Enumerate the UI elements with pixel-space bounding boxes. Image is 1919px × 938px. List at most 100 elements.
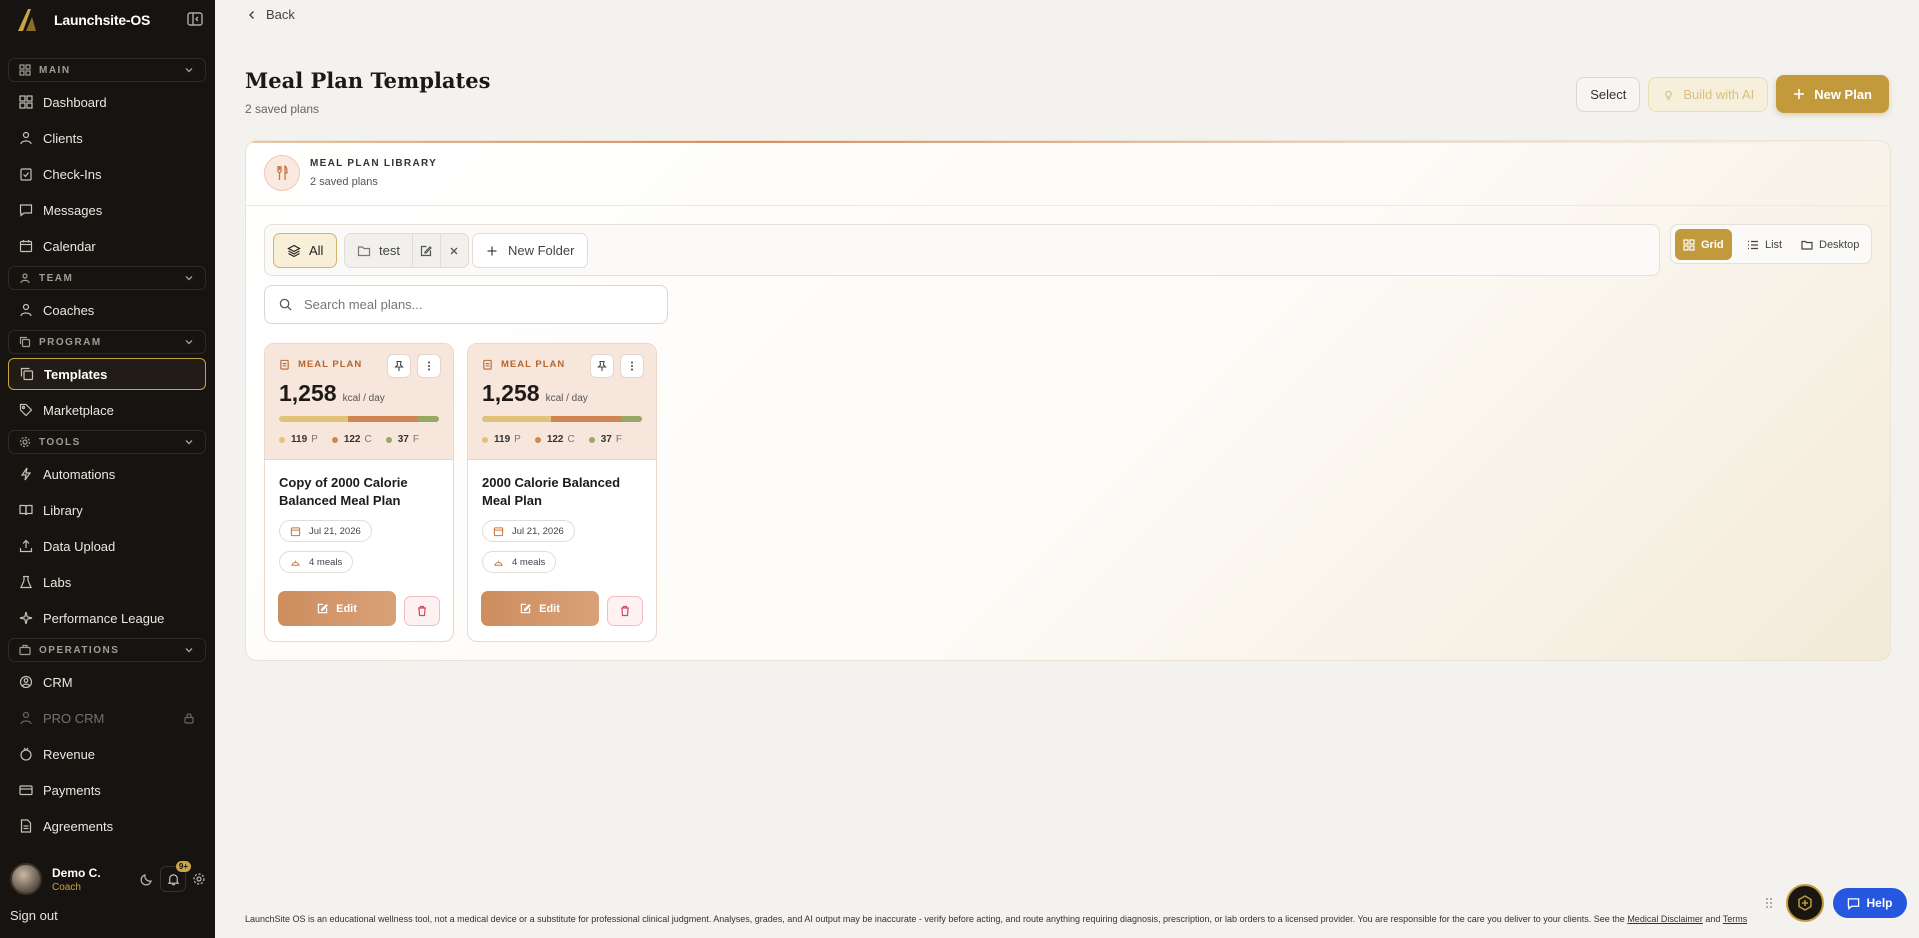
team-icon (20, 273, 30, 284)
bell-icon (167, 873, 179, 885)
calorie-display: 1,258 kcal / day (279, 380, 385, 407)
sidebar-item-label: CRM (43, 674, 73, 690)
calorie-unit: kcal / day (342, 393, 385, 404)
filter-all-label: All (309, 243, 324, 258)
trash-icon (621, 605, 629, 617)
sidebar-item-performance-league[interactable]: Performance League (8, 602, 206, 634)
carbs-value: 122 (343, 434, 361, 445)
sidebar-item-labs[interactable]: Labs (8, 566, 206, 598)
section-label: TOOLS (39, 436, 81, 448)
sidebar-item-label: Performance League (43, 610, 165, 626)
drag-handle-icon[interactable] (1765, 896, 1773, 910)
build-with-ai-button[interactable]: Build with AI (1648, 76, 1769, 112)
view-list-label: List (1765, 238, 1783, 251)
fat-value: 37 (600, 434, 612, 445)
back-link[interactable]: Back (246, 7, 295, 22)
view-grid-button[interactable]: Grid (1675, 229, 1732, 260)
folder-test-button[interactable]: test (345, 234, 412, 267)
sidebar-item-revenue[interactable]: Revenue (8, 738, 206, 770)
notifications-button[interactable]: 9+ (160, 861, 191, 892)
view-desktop-button[interactable]: Desktop (1793, 229, 1867, 260)
card-title[interactable]: Copy of 2000 Calorie Balanced Meal Plan (279, 474, 444, 510)
meal-plan-card[interactable]: MEAL PLAN 1,258 kcal / day 119 P 122 C 3… (264, 343, 454, 642)
terms-link[interactable]: Terms (1723, 914, 1748, 924)
avatar[interactable] (10, 863, 42, 895)
dish-icon (494, 560, 503, 566)
assistant-button[interactable] (1786, 884, 1824, 922)
sidebar-item-automations[interactable]: Automations (8, 458, 206, 490)
chevron-down-icon (185, 340, 193, 345)
section-tools[interactable]: TOOLS (8, 430, 206, 454)
more-options-button[interactable] (620, 354, 644, 378)
edit-button[interactable]: Edit (481, 591, 599, 626)
sidebar-item-messages[interactable]: Messages (8, 194, 206, 226)
calorie-value: 1,258 (279, 380, 337, 406)
profile-actions: 9+ (140, 861, 206, 892)
macro-bar (279, 416, 439, 422)
meal-plan-card[interactable]: MEAL PLAN 1,258 kcal / day 119 P 122 C 3… (467, 343, 657, 642)
card-summary: MEAL PLAN 1,258 kcal / day 119 P 122 C 3… (265, 344, 453, 460)
pin-button[interactable] (590, 354, 614, 378)
sidebar-item-templates[interactable]: Templates (8, 358, 206, 390)
delete-button[interactable] (404, 596, 440, 626)
card-title[interactable]: 2000 Calorie Balanced Meal Plan (482, 474, 647, 510)
meals-value: 4 meals (512, 556, 546, 568)
sidebar-item-label: Messages (43, 202, 103, 218)
sidebar-item-label: Automations (43, 466, 116, 482)
rename-folder-button[interactable] (411, 234, 440, 267)
moon-icon[interactable] (140, 872, 154, 886)
section-program[interactable]: PROGRAM (8, 330, 206, 354)
pin-button[interactable] (387, 354, 411, 378)
delete-folder-button[interactable] (439, 234, 468, 267)
new-plan-button[interactable]: New Plan (1776, 75, 1889, 113)
close-icon (451, 247, 458, 254)
notification-badge: 9+ (175, 861, 191, 872)
header-actions: Select Build with AI New Plan (1576, 75, 1889, 113)
sidebar-item-payments[interactable]: Payments (8, 774, 206, 806)
folder-chip: test (344, 233, 469, 268)
user-profile[interactable]: Demo C. Coach 9+ (10, 861, 206, 896)
sidebar-item-calendar[interactable]: Calendar (8, 230, 206, 262)
sidebar-item-marketplace[interactable]: Marketplace (8, 394, 206, 426)
brand[interactable]: Launchsite-OS (14, 6, 204, 34)
section-team[interactable]: TEAM (8, 266, 206, 290)
edit-button[interactable]: Edit (278, 591, 396, 626)
filter-all-button[interactable]: All (273, 233, 338, 268)
sidebar-item-agreements[interactable]: Agreements (8, 810, 206, 842)
sign-out-link[interactable]: Sign out (10, 908, 58, 923)
sidebar-item-coaches[interactable]: Coaches (8, 294, 206, 326)
edit-icon (317, 603, 329, 614)
section-operations[interactable]: OPERATIONS (8, 638, 206, 662)
help-button[interactable]: Help (1833, 888, 1907, 918)
card-tag: MEAL PLAN (279, 359, 362, 370)
macro-bar-protein (279, 416, 348, 422)
select-button[interactable]: Select (1576, 76, 1641, 112)
macro-legend: 119 P 122 C 37 F (482, 434, 636, 445)
sidebar-item-check-ins[interactable]: Check-Ins (8, 158, 206, 190)
new-folder-button[interactable]: New Folder (472, 233, 589, 268)
delete-button[interactable] (607, 596, 643, 626)
sidebar-item-dashboard[interactable]: Dashboard (8, 86, 206, 118)
view-list-button[interactable]: List (1739, 229, 1790, 260)
carbs-label: C (567, 434, 575, 445)
document-icon (20, 819, 32, 833)
sidebar-item-data-upload[interactable]: Data Upload (8, 530, 206, 562)
collapse-sidebar-icon[interactable] (186, 10, 204, 28)
sidebar-item-label: Dashboard (43, 94, 107, 110)
search-input[interactable]: Search meal plans... (264, 285, 668, 324)
more-vertical-icon (428, 361, 430, 371)
sidebar-item-crm[interactable]: CRM (8, 666, 206, 698)
date-value: Jul 21, 2026 (309, 525, 361, 537)
macro-bar-fat (621, 416, 642, 422)
sidebar-item-pro-crm[interactable]: PRO CRM (8, 702, 206, 734)
macro-bar-protein (482, 416, 551, 422)
more-options-button[interactable] (417, 354, 441, 378)
section-main[interactable]: MAIN (8, 58, 206, 82)
sidebar-item-library[interactable]: Library (8, 494, 206, 526)
sidebar-item-clients[interactable]: Clients (8, 122, 206, 154)
medical-disclaimer-link[interactable]: Medical Disclaimer (1627, 914, 1703, 924)
meals-pill: 4 meals (482, 551, 557, 573)
calendar-icon (19, 240, 33, 253)
gear-icon[interactable] (192, 872, 206, 886)
folder-toolbar: All test New Folder (264, 224, 1660, 276)
